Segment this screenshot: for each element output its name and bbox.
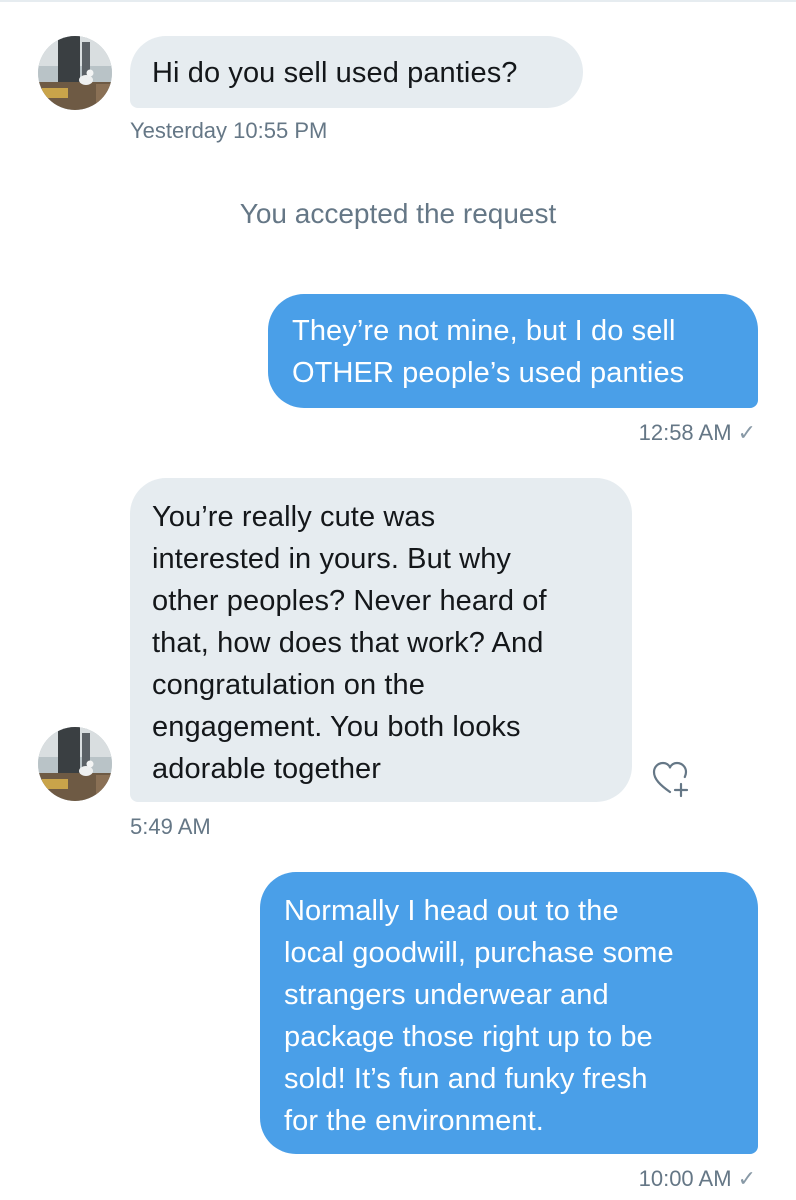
timestamp-text: 12:58 AM	[638, 420, 732, 445]
incoming-message-bubble[interactable]: Hi do you sell used panties?	[130, 36, 583, 108]
message-timestamp: 5:49 AM	[130, 814, 211, 840]
checkmark-icon: ✓	[737, 1166, 756, 1191]
message-text: They’re not mine, but I do sell OTHER pe…	[292, 315, 685, 389]
incoming-message-bubble[interactable]: You’re really cute was interested in you…	[130, 478, 632, 802]
outgoing-message-bubble[interactable]: They’re not mine, but I do sell OTHER pe…	[268, 294, 758, 408]
timestamp-text: Yesterday 10:55 PM	[130, 118, 328, 143]
top-divider	[0, 0, 796, 2]
conversation-view: Hi do you sell used panties? Yesterday 1…	[0, 0, 796, 1200]
timestamp-text: 5:49 AM	[130, 814, 211, 839]
message-timestamp: Yesterday 10:55 PM	[130, 118, 327, 144]
avatar-photo-icon	[38, 36, 112, 110]
checkmark-icon: ✓	[737, 420, 756, 445]
avatar-photo-icon	[38, 727, 112, 801]
message-text: Hi do you sell used panties?	[152, 57, 518, 89]
timestamp-text: 10:00 AM	[638, 1166, 732, 1191]
request-accepted-notice: You accepted the request	[0, 198, 796, 230]
message-text: Normally I head out to the local goodwil…	[284, 895, 674, 1137]
like-message-button[interactable]	[650, 758, 694, 802]
sender-avatar[interactable]	[38, 36, 112, 110]
message-timestamp: 12:58 AM ✓	[639, 420, 756, 446]
system-note-text: You accepted the request	[239, 198, 557, 229]
message-timestamp: 10:00 AM ✓	[639, 1166, 756, 1192]
sender-avatar[interactable]	[38, 727, 112, 801]
heart-plus-icon	[652, 761, 689, 798]
outgoing-message-bubble[interactable]: Normally I head out to the local goodwil…	[260, 872, 758, 1154]
message-text: You’re really cute was interested in you…	[152, 501, 547, 785]
